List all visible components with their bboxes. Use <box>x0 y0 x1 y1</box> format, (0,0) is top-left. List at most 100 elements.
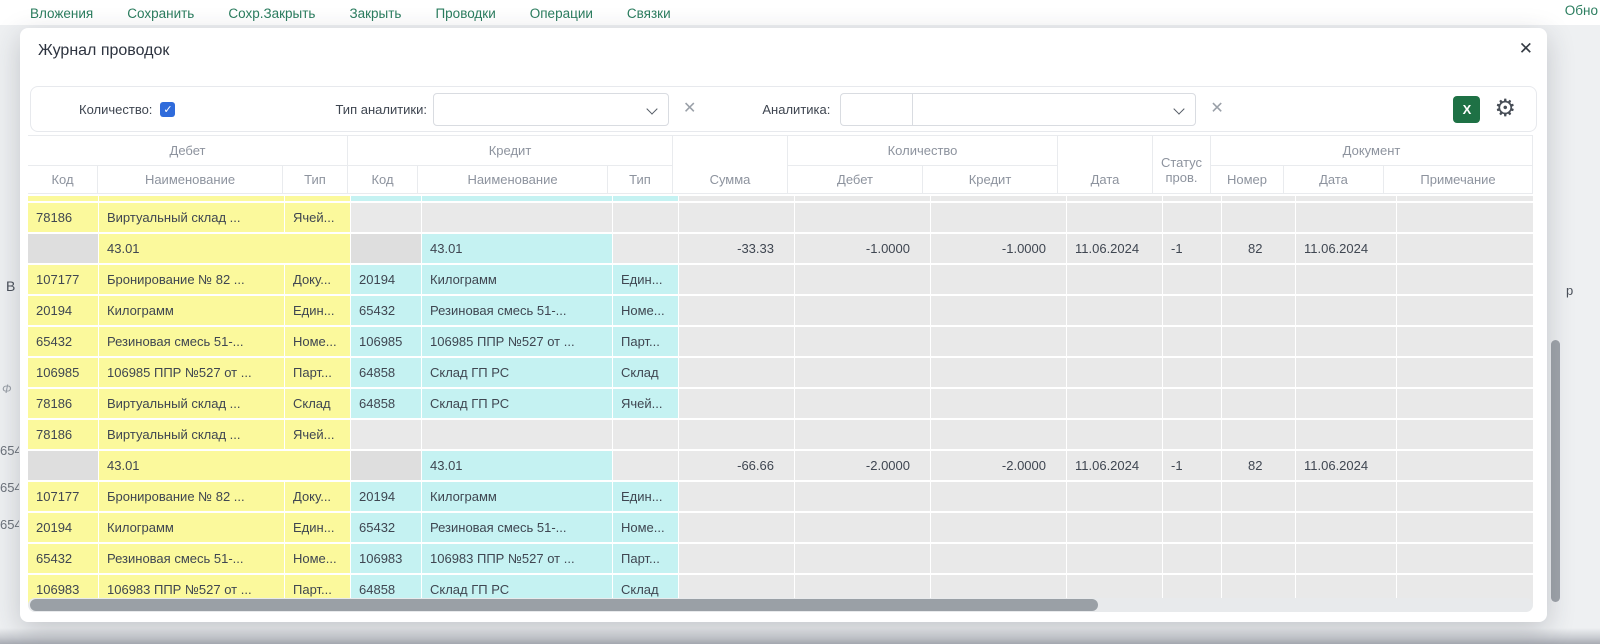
cell-sum <box>679 544 794 573</box>
horizontal-scrollbar-thumb[interactable] <box>30 599 1098 611</box>
table-row[interactable]: 78186Виртуальный склад ...Склад64858Скла… <box>28 389 1533 418</box>
cell-c-code: 64858 <box>351 389 421 418</box>
cell-sum <box>679 358 794 387</box>
background-fragment-row: 654 <box>0 443 19 458</box>
cell-qty-c <box>931 296 1066 325</box>
menu-item-close[interactable]: Закрыть <box>349 6 401 21</box>
cell-doc-date <box>1296 296 1396 325</box>
cell-d-name: Виртуальный склад ... <box>99 203 284 232</box>
col-header-debit-name: Наименование <box>98 166 283 194</box>
table-row[interactable]: 65432Резиновая смесь 51-...Номе...106985… <box>28 327 1533 356</box>
chevron-down-icon <box>646 103 657 114</box>
cell-c-name: 106985 ППР №527 от ... <box>422 327 612 356</box>
table-row[interactable]: 20194КилограммЕдин...65432Резиновая смес… <box>28 296 1533 325</box>
cell-doc-date <box>1296 203 1396 232</box>
cell-status <box>1163 327 1221 356</box>
cell-d-type: Ячей... <box>285 420 350 449</box>
cell-doc-num <box>1222 420 1295 449</box>
analytics-type-clear-icon[interactable]: ✕ <box>683 101 696 117</box>
cell-qty-c <box>931 327 1066 356</box>
table-header: Дебет Кредит Сумма Количество Дата Стату… <box>28 135 1533 194</box>
horizontal-scrollbar[interactable] <box>28 598 1533 612</box>
menu-item-links[interactable]: Связки <box>627 6 671 21</box>
cell-sum: -66.66 <box>679 451 794 480</box>
cell-c-code <box>351 234 421 263</box>
cell-c-type: Парт... <box>613 327 678 356</box>
table-row[interactable] <box>28 196 1533 201</box>
col-group-quantity: Количество <box>788 136 1058 166</box>
close-icon[interactable]: ✕ <box>1519 40 1533 57</box>
table-row[interactable]: 107177Бронирование № 82 ...Доку...20194К… <box>28 265 1533 294</box>
cell-status: -1 <box>1163 451 1221 480</box>
cell-sum <box>679 327 794 356</box>
cell-note <box>1397 544 1533 573</box>
cell-c-name: 43.01 <box>422 234 612 263</box>
table-row[interactable]: 65432Резиновая смесь 51-...Номе...106983… <box>28 544 1533 573</box>
analytics-select[interactable] <box>912 93 1196 126</box>
menu-item-save[interactable]: Сохранить <box>127 6 194 21</box>
cell-d-type: Склад <box>285 389 350 418</box>
analytics-code-input[interactable] <box>840 93 912 126</box>
gear-icon[interactable]: ⚙ <box>1494 97 1516 121</box>
cell-date: 11.06.2024 <box>1067 451 1162 480</box>
cell-doc-date: 11.06.2024 <box>1296 234 1396 263</box>
cell-d-name: Резиновая смесь 51-... <box>99 327 284 356</box>
cell-doc-date <box>1296 544 1396 573</box>
cell-c-code: 65432 <box>351 296 421 325</box>
cell-c-type: Склад <box>613 358 678 387</box>
cell-note <box>1397 327 1533 356</box>
col-header-status: Статус пров. <box>1153 136 1211 194</box>
cell-d-code: 20194 <box>28 513 98 542</box>
cell-note <box>1397 196 1533 201</box>
analytics-type-label: Тип аналитики: <box>335 102 427 117</box>
cell-c-type: Номе... <box>613 513 678 542</box>
cell-d-code: 78186 <box>28 389 98 418</box>
menu-item-postings[interactable]: Проводки <box>435 6 495 21</box>
cell-qty-c <box>931 420 1066 449</box>
vertical-scrollbar[interactable] <box>1551 340 1560 602</box>
quantity-checkbox[interactable]: ✓ <box>160 102 175 117</box>
cell-qty-d <box>795 389 930 418</box>
cell-qty-c <box>931 203 1066 232</box>
table-row[interactable]: 106985106985 ППР №527 от ...Парт...64858… <box>28 358 1533 387</box>
table-row[interactable]: 78186Виртуальный склад ...Ячей... <box>28 203 1533 232</box>
cell-doc-num: 82 <box>1222 451 1295 480</box>
cell-date <box>1067 513 1162 542</box>
cell-qty-d <box>795 203 930 232</box>
summary-row[interactable]: 43.0143.01-66.66-2.0000-2.000011.06.2024… <box>28 451 1533 480</box>
cell-d-name: Резиновая смесь 51-... <box>99 544 284 573</box>
menu-item-operations[interactable]: Операции <box>530 6 593 21</box>
filter-bar: Количество: ✓ Тип аналитики: ✕ Аналитика… <box>30 86 1537 132</box>
table-row[interactable]: 107177Бронирование № 82 ...Доку...20194К… <box>28 482 1533 511</box>
cell-qty-c <box>931 265 1066 294</box>
status-header-line2: пров. <box>1165 170 1197 185</box>
cell-doc-date <box>1296 196 1396 201</box>
menu-item-attachments[interactable]: Вложения <box>30 6 93 21</box>
cell-c-name: Килограмм <box>422 265 612 294</box>
cell-c-type <box>613 420 678 449</box>
cell-qty-d <box>795 513 930 542</box>
cell-qty-d <box>795 482 930 511</box>
summary-row[interactable]: 43.0143.01-33.33-1.0000-1.000011.06.2024… <box>28 234 1533 263</box>
cell-doc-date <box>1296 420 1396 449</box>
cell-doc-date <box>1296 389 1396 418</box>
cell-d-name: Килограмм <box>99 296 284 325</box>
cell-c-name: 106983 ППР №527 от ... <box>422 544 612 573</box>
cell-note <box>1397 451 1533 480</box>
cell-date <box>1067 420 1162 449</box>
journal-dialog: Журнал проводок ✕ Количество: ✓ Тип анал… <box>20 28 1547 622</box>
analytics-type-select[interactable] <box>433 93 669 126</box>
cell-date <box>1067 327 1162 356</box>
menu-item-save-close[interactable]: Сохр.Закрыть <box>228 6 315 21</box>
menu-item-refresh[interactable]: Обно <box>1565 3 1598 18</box>
excel-export-button[interactable]: X <box>1453 96 1480 123</box>
cell-doc-num <box>1222 389 1295 418</box>
table-row[interactable]: 20194КилограммЕдин...65432Резиновая смес… <box>28 513 1533 542</box>
cell-doc-num <box>1222 327 1295 356</box>
analytics-clear-icon[interactable]: ✕ <box>1210 101 1223 117</box>
table-row[interactable]: 78186Виртуальный склад ...Ячей... <box>28 420 1533 449</box>
cell-doc-date <box>1296 265 1396 294</box>
cell-d-type: Ячей... <box>285 203 350 232</box>
cell-d-code: 20194 <box>28 296 98 325</box>
cell-sum <box>679 265 794 294</box>
